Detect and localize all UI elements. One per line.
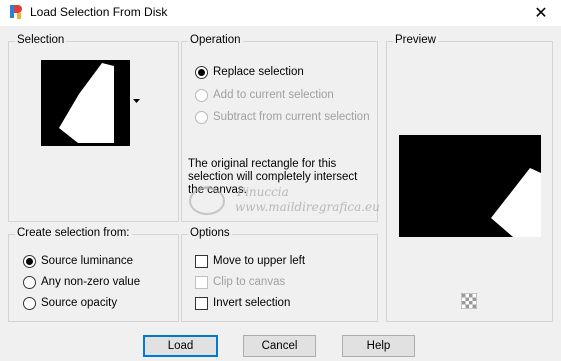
operation-group: Operation Replace selection Add to curre… [181, 34, 378, 222]
close-icon: ✕ [534, 5, 548, 22]
replace-selection-label: Replace selection [213, 66, 304, 78]
checkerboard-icon[interactable] [461, 293, 477, 309]
load-button[interactable]: Load [143, 335, 218, 357]
clip-to-canvas-label: Clip to canvas [213, 276, 286, 288]
preview-image [399, 135, 541, 237]
selection-group-label: Selection [15, 34, 67, 46]
radio-indicator[interactable] [23, 275, 36, 289]
invert-selection-checkbox[interactable]: Invert selection [195, 294, 290, 312]
source-luminance-label: Source luminance [41, 255, 134, 267]
move-to-upper-left-label: Move to upper left [213, 255, 306, 267]
any-non-zero-value-radio[interactable]: Any non-zero value [23, 273, 140, 291]
checkbox-indicator[interactable] [195, 275, 208, 289]
window-title: Load Selection From Disk [30, 5, 168, 19]
radio-indicator[interactable] [195, 88, 208, 102]
title-bar: Load Selection From Disk ✕ [0, 0, 561, 26]
preview-selection-shape [491, 168, 541, 237]
create-selection-from-label: Create selection from: [15, 227, 132, 239]
add-to-current-selection-label: Add to current selection [213, 89, 334, 101]
cancel-button[interactable]: Cancel [243, 335, 316, 357]
move-to-upper-left-checkbox[interactable]: Move to upper left [195, 252, 305, 270]
operation-group-label: Operation [188, 34, 243, 46]
radio-indicator[interactable] [195, 65, 208, 79]
preview-group-label: Preview [393, 34, 438, 46]
selection-shape-image [59, 63, 114, 143]
preview-group: Preview [386, 34, 553, 322]
radio-indicator[interactable] [23, 296, 36, 310]
intersection-message: The original rectangle for this selectio… [188, 158, 358, 196]
selection-thumbnail[interactable] [41, 60, 130, 146]
add-to-current-selection-radio[interactable]: Add to current selection [195, 86, 334, 104]
create-selection-from-group: Create selection from: Source luminance … [8, 227, 179, 322]
options-group-label: Options [188, 227, 232, 239]
paintshop-app-icon [10, 5, 22, 19]
dropdown-arrow-icon[interactable] [133, 99, 140, 104]
selection-group: Selection [8, 34, 179, 222]
clip-to-canvas-checkbox[interactable]: Clip to canvas [195, 273, 285, 291]
subtract-from-current-selection-label: Subtract from current selection [213, 111, 370, 123]
radio-indicator[interactable] [195, 110, 208, 124]
invert-selection-label: Invert selection [213, 297, 291, 309]
subtract-from-current-selection-radio[interactable]: Subtract from current selection [195, 108, 370, 126]
source-opacity-radio[interactable]: Source opacity [23, 294, 117, 312]
help-button[interactable]: Help [342, 335, 415, 357]
checkbox-indicator[interactable] [195, 254, 208, 268]
checkbox-indicator[interactable] [195, 296, 208, 310]
replace-selection-radio[interactable]: Replace selection [195, 63, 304, 81]
any-non-zero-value-label: Any non-zero value [41, 276, 141, 288]
radio-indicator[interactable] [23, 254, 36, 268]
options-group: Options Move to upper left Clip to canva… [181, 227, 378, 322]
close-button[interactable]: ✕ [521, 0, 561, 26]
source-luminance-radio[interactable]: Source luminance [23, 252, 133, 270]
source-opacity-label: Source opacity [41, 297, 118, 309]
